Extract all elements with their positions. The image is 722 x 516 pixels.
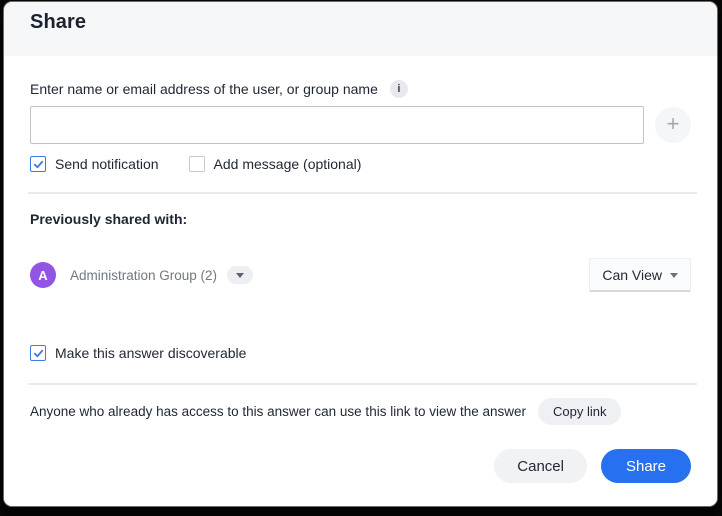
avatar: A — [30, 262, 56, 288]
dialog-body: Enter name or email address of the user,… — [4, 56, 717, 426]
chevron-down-icon — [236, 273, 244, 278]
recipient-label-row: Enter name or email address of the user,… — [30, 80, 691, 98]
divider — [28, 383, 697, 385]
add-message-label: Add message (optional) — [214, 156, 362, 172]
dialog-header: Share — [4, 2, 717, 56]
expand-group-button[interactable] — [227, 266, 253, 284]
dialog-title: Share — [30, 11, 691, 34]
share-link-row: Anyone who already has access to this an… — [30, 398, 691, 425]
checkmark-icon — [33, 348, 44, 359]
add-message-checkbox[interactable] — [189, 156, 205, 172]
dialog-footer: Cancel Share — [4, 426, 717, 506]
cancel-button[interactable]: Cancel — [494, 449, 587, 483]
share-button[interactable]: Share — [601, 449, 691, 483]
shared-entry-row: A Administration Group (2) Can View — [30, 258, 691, 292]
chevron-down-icon — [670, 273, 678, 278]
permission-value: Can View — [602, 267, 662, 283]
recipient-input-row: + — [30, 106, 691, 144]
share-link-text: Anyone who already has access to this an… — [30, 404, 526, 419]
discoverable-row: Make this answer discoverable — [30, 345, 691, 361]
recipient-label: Enter name or email address of the user,… — [30, 81, 378, 97]
add-recipient-button[interactable]: + — [655, 107, 691, 143]
send-notification-label: Send notification — [55, 156, 159, 172]
discoverable-checkbox[interactable] — [30, 345, 46, 361]
copy-link-button[interactable]: Copy link — [538, 398, 621, 425]
share-dialog: Share Enter name or email address of the… — [4, 2, 717, 506]
notification-options-row: Send notification Add message (optional) — [30, 156, 691, 172]
divider — [28, 192, 697, 194]
recipient-input[interactable] — [30, 106, 644, 144]
discoverable-label: Make this answer discoverable — [55, 345, 246, 361]
plus-icon: + — [667, 113, 680, 135]
info-icon[interactable]: i — [390, 80, 408, 98]
checkmark-icon — [33, 159, 44, 170]
permission-dropdown[interactable]: Can View — [589, 258, 691, 292]
shared-group-name: Administration Group (2) — [70, 268, 217, 283]
send-notification-checkbox[interactable] — [30, 156, 46, 172]
previously-shared-label: Previously shared with: — [30, 211, 691, 227]
